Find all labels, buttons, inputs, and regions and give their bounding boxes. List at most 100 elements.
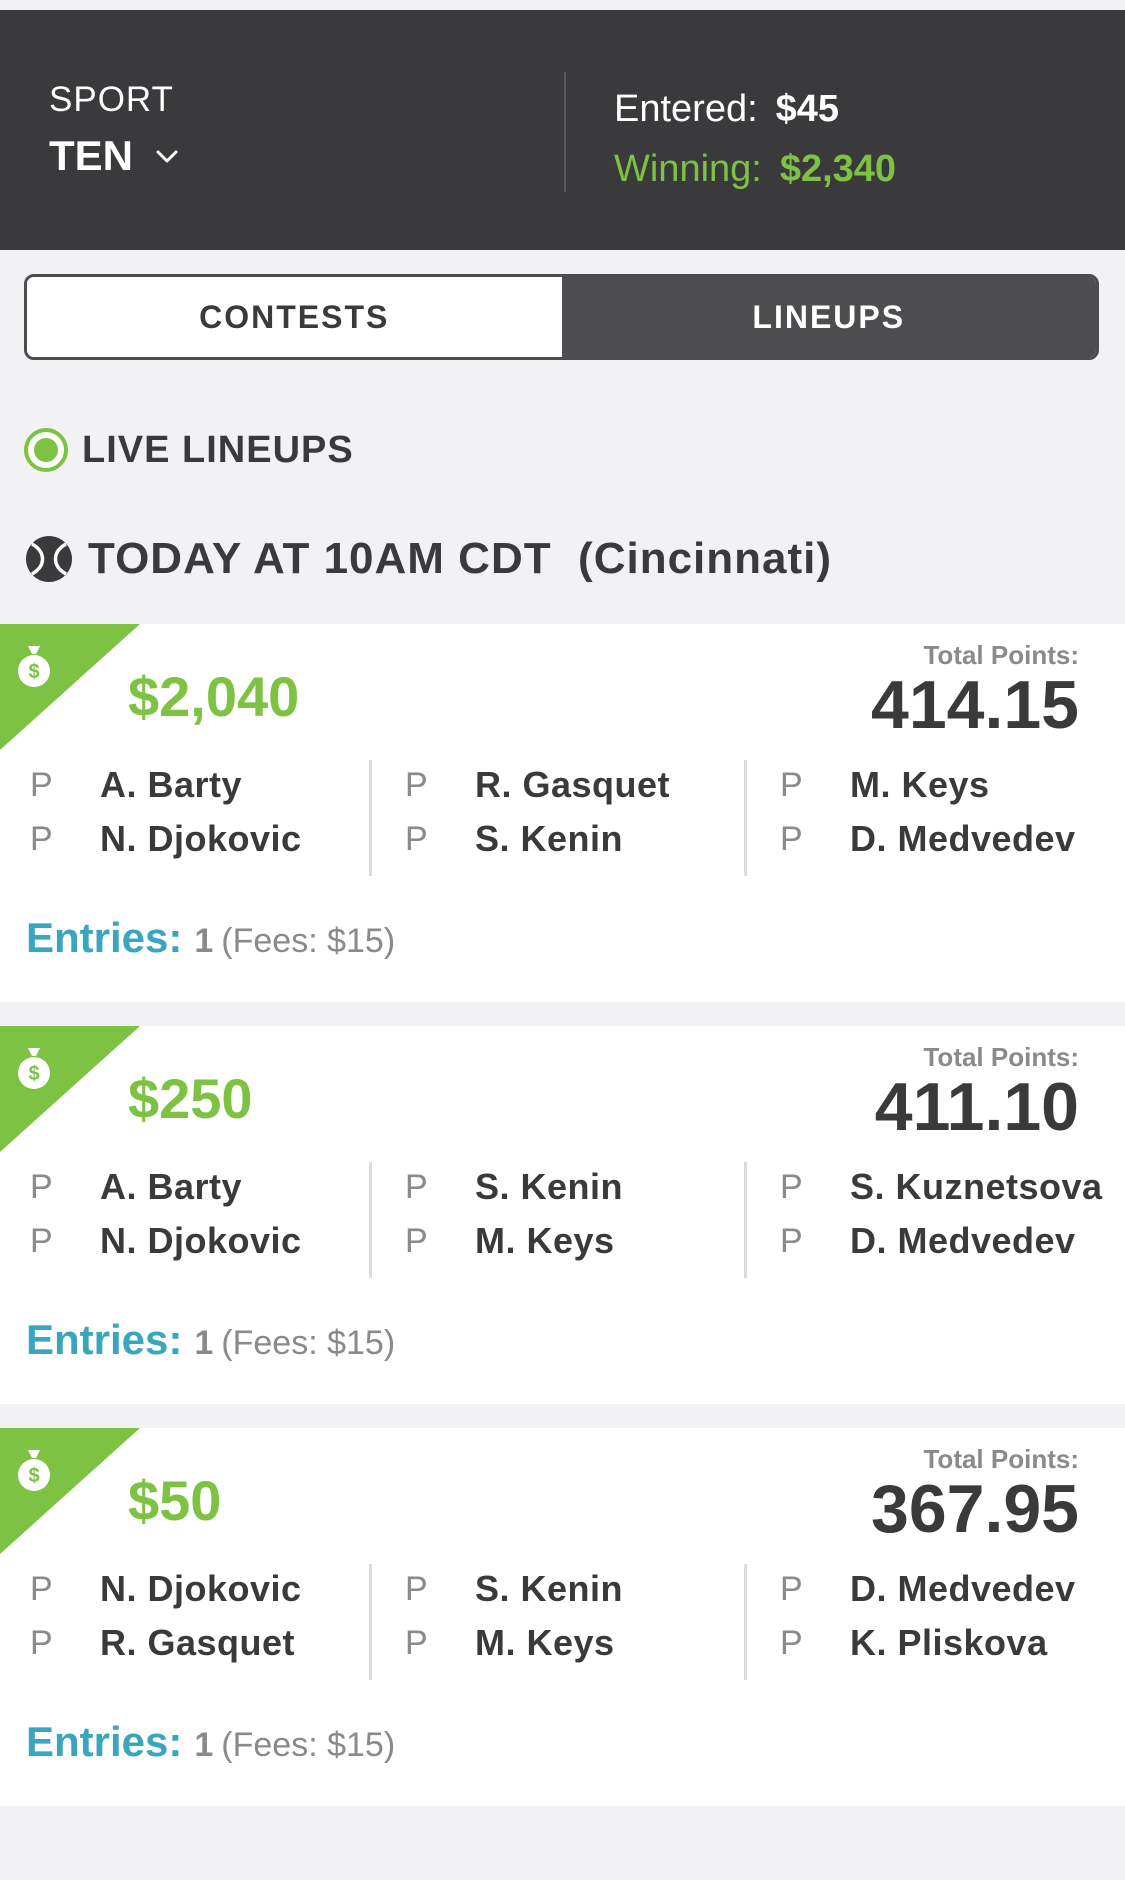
entered-stat: Entered: $45 [614,88,839,131]
player-row[interactable]: P D. Medvedev [780,814,1076,864]
player-position: P [405,1221,428,1260]
player-row[interactable]: P S. Kenin [405,814,623,864]
player-position: P [30,1221,53,1260]
column-divider [744,1564,747,1680]
player-name: S. Kenin [475,1568,624,1609]
tab-lineups[interactable]: LINEUPS [561,277,1096,357]
player-position: P [780,1221,803,1260]
player-name: S. Kuznetsova [850,1166,1103,1207]
player-column: P S. Kenin P M. Keys [405,1564,745,1680]
entries-info: Entries: 1 (Fees: $15) [26,1316,395,1364]
summary-header: SPORT TEN Entered: $45 Winning: $2,340 [0,10,1125,250]
entries-count: 1 [194,922,214,960]
player-row[interactable]: P M. Keys [405,1216,615,1266]
player-name: D. Medvedev [850,1568,1076,1609]
player-column: P M. Keys P D. Medvedev [780,760,1120,876]
money-bag-icon: $ [18,646,50,687]
sport-value: TEN [49,132,133,179]
prize-amount: $2,040 [128,665,300,728]
view-toggle: CONTESTS LINEUPS [24,274,1099,360]
lineup-players: P A. Barty P N. Djokovic P S. Kenin P M. Key… [0,1162,1125,1278]
player-name: A. Barty [100,1166,243,1207]
live-lineups-label: LIVE LINEUPS [82,428,354,471]
player-row[interactable]: P M. Keys [780,760,990,810]
player-name: R. Gasquet [475,764,671,805]
svg-text:$: $ [28,1465,39,1487]
player-row[interactable]: P S. Kenin [405,1162,623,1212]
entries-label: Entries: [26,914,183,961]
live-lineups-heading: LIVE LINEUPS [24,428,354,472]
player-name: D. Medvedev [850,1220,1076,1261]
player-row[interactable]: P A. Barty [30,1162,242,1212]
tab-contests[interactable]: CONTESTS [27,277,562,357]
tennis-ball-icon [26,536,72,582]
player-name: N. Djokovic [100,818,302,859]
player-row[interactable]: P D. Medvedev [780,1564,1076,1614]
top-strip [0,0,1125,10]
entries-label: Entries: [26,1718,183,1765]
lineup-card[interactable]: $ $50 Total Points: 367.95 P N. Djokovic … [0,1428,1125,1806]
sport-selector[interactable]: TEN [49,132,179,180]
player-position: P [405,1167,428,1206]
entries-label: Entries: [26,1316,183,1363]
entries-fees: (Fees: $15) [221,1726,396,1764]
winning-value: $2,340 [779,148,897,190]
entries-info: Entries: 1 (Fees: $15) [26,1718,395,1766]
entered-value: $45 [775,88,840,130]
player-column: P S. Kuznetsova P D. Medvedev [780,1162,1120,1278]
player-position: P [30,1623,53,1662]
chevron-down-icon [156,150,178,163]
player-row[interactable]: P S. Kenin [405,1564,623,1614]
player-row[interactable]: P M. Keys [405,1618,615,1668]
player-name: S. Kenin [475,818,624,859]
player-position: P [780,765,803,804]
lineup-players: P N. Djokovic P R. Gasquet P S. Kenin P M. K… [0,1564,1125,1680]
column-divider [744,760,747,876]
money-bag-icon: $ [18,1048,50,1089]
player-position: P [30,819,53,858]
header-divider [564,72,566,192]
player-row[interactable]: P R. Gasquet [30,1618,295,1668]
entries-fees: (Fees: $15) [221,922,396,960]
column-divider [369,1564,372,1680]
player-row[interactable]: P D. Medvedev [780,1216,1076,1266]
player-position: P [405,819,428,858]
player-name: R. Gasquet [100,1622,296,1663]
player-row[interactable]: P K. Pliskova [780,1618,1048,1668]
player-row[interactable]: P S. Kuznetsova [780,1162,1103,1212]
player-position: P [780,819,803,858]
column-divider [369,760,372,876]
total-points-value: 367.95 [871,1471,1079,1547]
player-row[interactable]: P A. Barty [30,760,242,810]
entries-fees: (Fees: $15) [221,1324,396,1362]
player-name: M. Keys [475,1220,615,1261]
player-row[interactable]: P R. Gasquet [405,760,670,810]
lineup-card[interactable]: $ $2,040 Total Points: 414.15 P A. Barty … [0,624,1125,1002]
slate-heading: TODAY AT 10AM CDT (Cincinnati) [24,534,832,584]
entries-count: 1 [194,1726,214,1764]
player-position: P [780,1167,803,1206]
player-name: N. Djokovic [100,1568,302,1609]
player-column: P S. Kenin P M. Keys [405,1162,745,1278]
slate-date-label: TODAY AT 10AM CDT (Cincinnati) [88,534,833,583]
prize-amount: $250 [128,1067,253,1130]
player-position: P [405,765,428,804]
player-row[interactable]: P N. Djokovic [30,1216,302,1266]
player-name: A. Barty [100,764,243,805]
entries-info: Entries: 1 (Fees: $15) [26,914,395,962]
total-points-value: 414.15 [871,667,1079,743]
total-points-value: 411.10 [874,1069,1079,1145]
player-row[interactable]: P N. Djokovic [30,1564,302,1614]
sport-label: SPORT [49,80,174,119]
player-name: N. Djokovic [100,1220,302,1261]
column-divider [744,1162,747,1278]
svg-text:$: $ [28,1063,39,1085]
money-bag-icon: $ [18,1450,50,1491]
column-divider [369,1162,372,1278]
lineup-card[interactable]: $ $250 Total Points: 411.10 P A. Barty PN… [0,1026,1125,1404]
player-position: P [30,765,53,804]
player-row[interactable]: P N. Djokovic [30,814,302,864]
player-column: P R. Gasquet P S. Kenin [405,760,745,876]
live-indicator-icon [24,428,68,472]
player-column: P D. Medvedev P K. Pliskova [780,1564,1120,1680]
